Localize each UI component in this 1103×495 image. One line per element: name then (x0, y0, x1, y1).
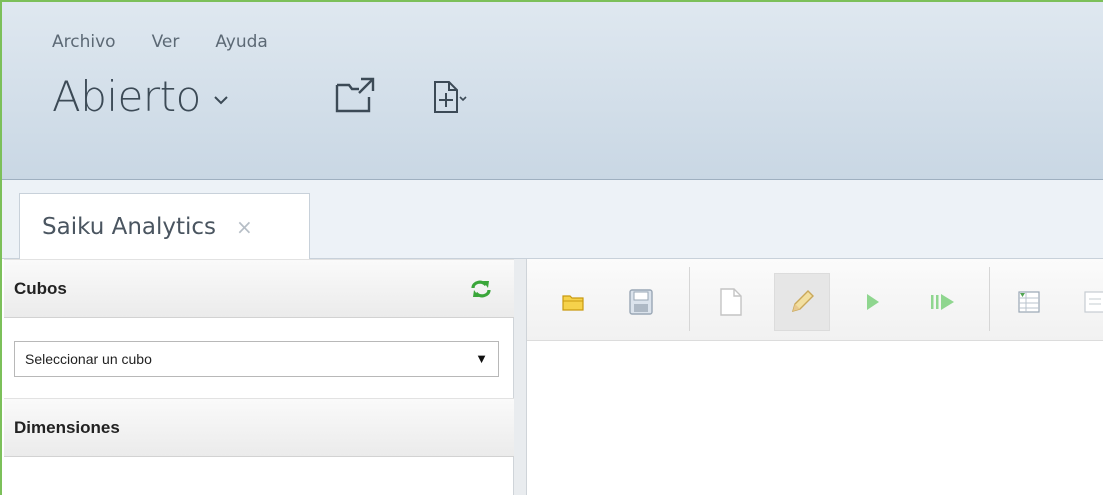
menu-item-ayuda[interactable]: Ayuda (215, 32, 268, 52)
toggle-fields-icon (1018, 291, 1040, 313)
perspective-label: Abierto (52, 72, 201, 121)
open-folder-icon (335, 77, 375, 113)
menu-item-archivo[interactable]: Archivo (52, 32, 116, 52)
open-query-button[interactable] (545, 273, 601, 331)
menu-item-ver[interactable]: Ver (152, 32, 180, 52)
query-toolbar (527, 259, 1103, 341)
edit-query-icon (791, 290, 814, 313)
toggle-fields-button[interactable] (1001, 273, 1057, 331)
app-window: Archivo Ver Ayuda Abierto Saiku Analytic… (0, 0, 1103, 495)
automatic-execution-icon (931, 294, 954, 310)
main-menu: Archivo Ver Ayuda (52, 32, 268, 52)
cubes-title: Cubos (14, 278, 67, 298)
automatic-execution-button[interactable] (915, 273, 971, 331)
toolbar-separator (989, 267, 990, 331)
app-header: Archivo Ver Ayuda Abierto (2, 2, 1103, 180)
refresh-cubes-button[interactable] (470, 279, 492, 304)
new-query-icon (720, 288, 742, 316)
open-file-button[interactable] (335, 77, 375, 113)
more-icon (1084, 291, 1103, 313)
new-file-button[interactable] (433, 80, 469, 114)
dimensions-header: Dimensiones (4, 398, 514, 457)
open-query-icon (562, 295, 584, 311)
tab-bar: Saiku Analytics × (2, 180, 1103, 260)
dimensions-title: Dimensiones (14, 417, 120, 437)
workspace (527, 259, 1103, 495)
sidebar: Cubos Seleccionar un cubo ▼ Dimensiones (4, 259, 514, 495)
more-toolbar-button[interactable] (1067, 273, 1103, 331)
chevron-down-icon (214, 95, 228, 104)
edit-query-button[interactable] (774, 273, 830, 331)
run-query-icon (867, 294, 879, 310)
cube-select[interactable]: Seleccionar un cubo ▼ (14, 341, 499, 377)
save-query-button[interactable] (613, 273, 669, 331)
run-query-button[interactable] (845, 273, 901, 331)
refresh-icon (471, 280, 491, 298)
perspective-switcher[interactable]: Abierto (52, 72, 229, 121)
close-icon[interactable]: × (236, 215, 253, 239)
dropdown-arrow-icon: ▼ (475, 351, 488, 366)
save-query-icon (629, 289, 653, 315)
new-query-button[interactable] (703, 273, 759, 331)
toolbar-separator (689, 267, 690, 331)
new-file-icon (434, 81, 467, 113)
panel-splitter[interactable] (514, 259, 527, 495)
cube-select-value: Seleccionar un cubo (25, 351, 152, 367)
cubes-header: Cubos (4, 259, 514, 318)
tab-saiku-analytics[interactable]: Saiku Analytics × (19, 193, 310, 260)
tab-label: Saiku Analytics (42, 214, 217, 240)
